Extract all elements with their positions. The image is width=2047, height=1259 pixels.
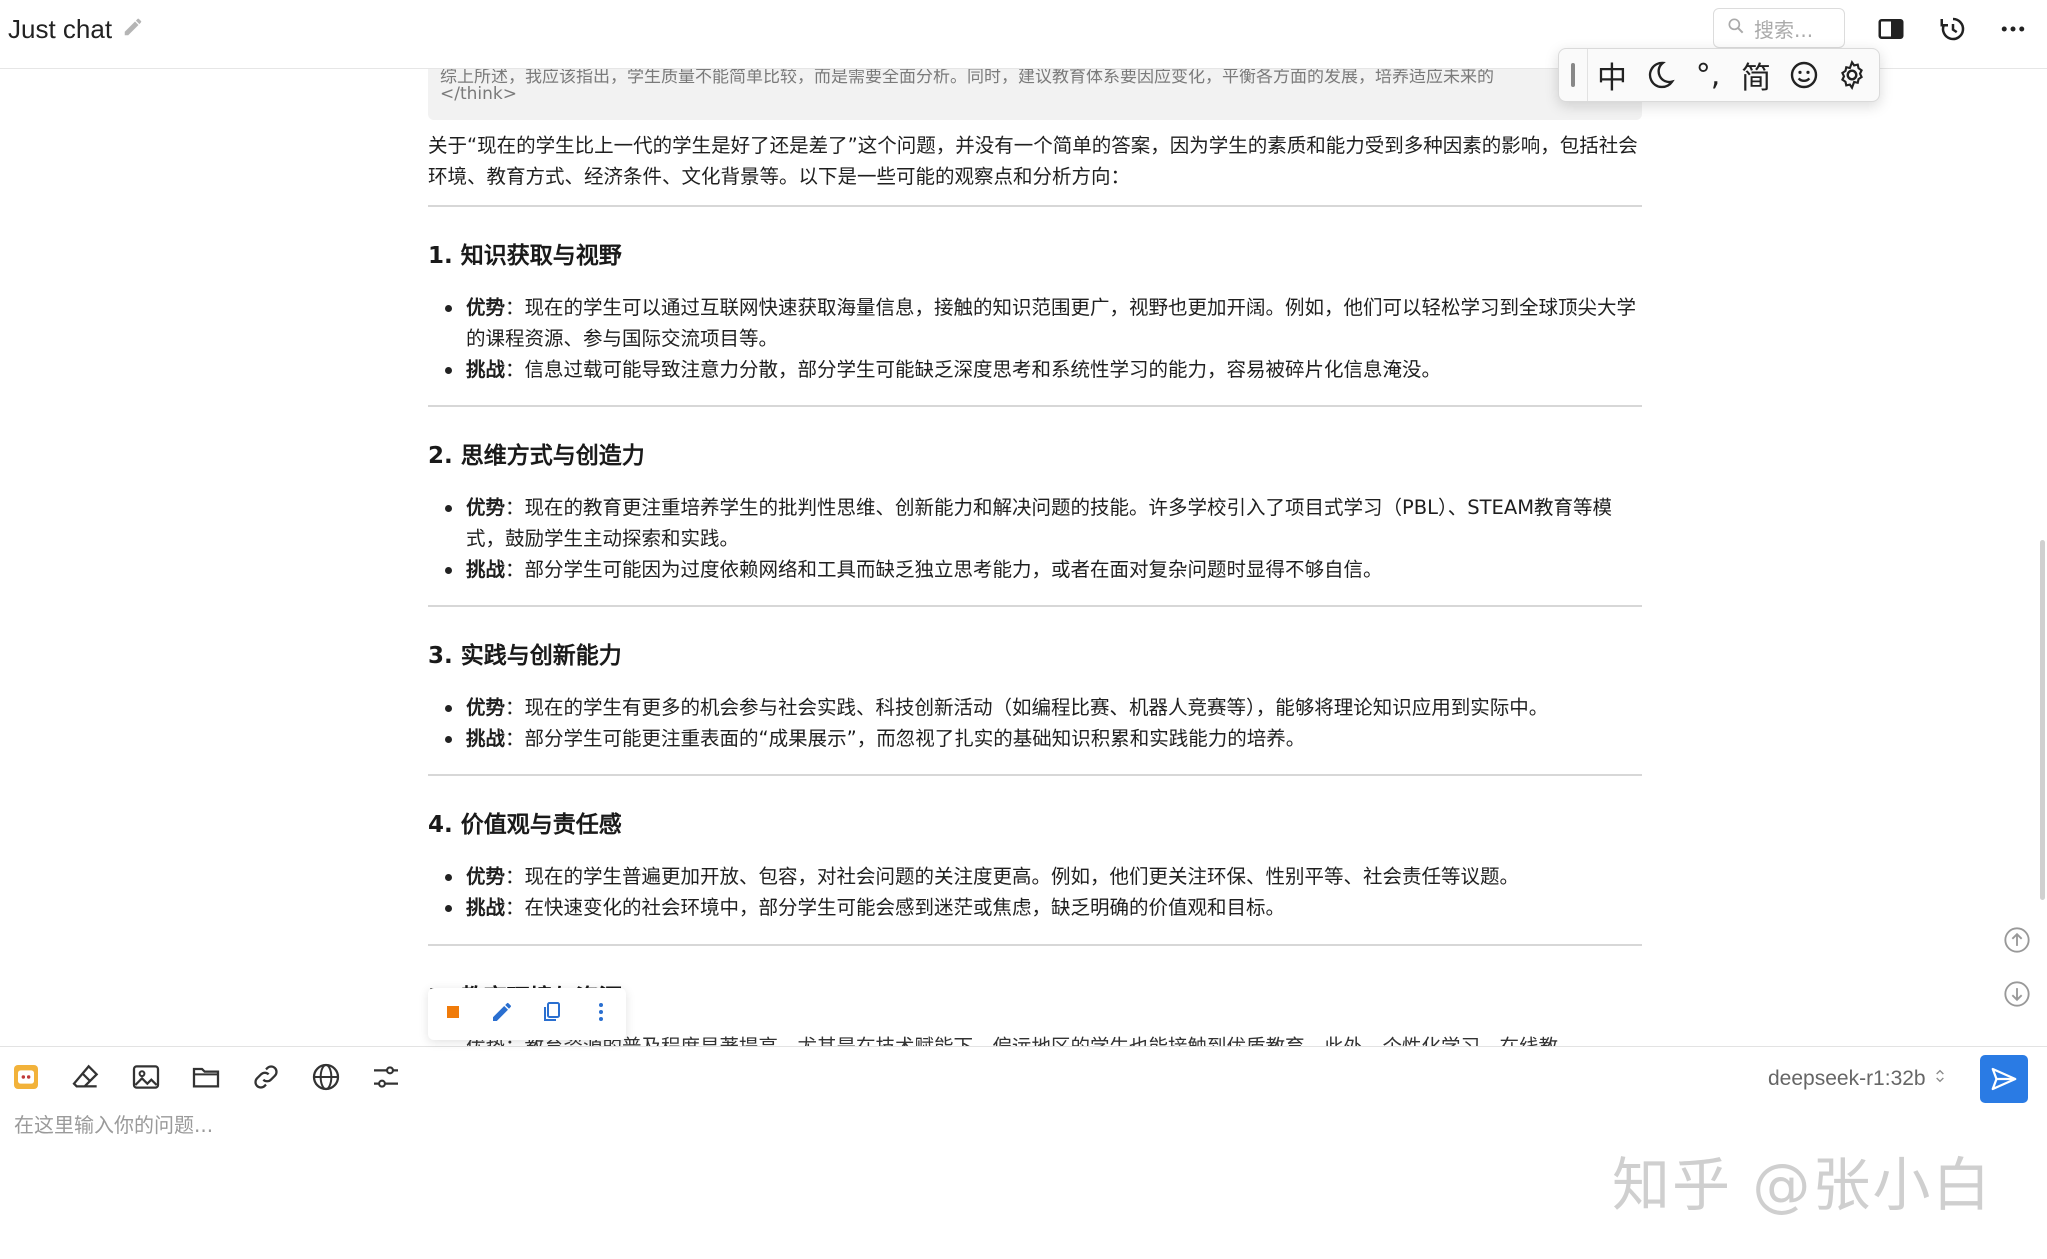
item-label: 挑战 bbox=[466, 558, 506, 581]
copy-icon bbox=[543, 1002, 560, 1021]
think-text: 综上所述，我应该指出，学生质量不能简单比较，而是需要全面分析。同时，建议教育体系… bbox=[440, 68, 1494, 87]
upload-image-button[interactable] bbox=[126, 1057, 166, 1097]
ime-toolbar[interactable]: 中 °, 简 bbox=[1558, 48, 1880, 102]
item-text: ：在快速变化的社会环境中，部分学生可能会感到迷茫或焦虑，缺乏明确的价值观和目标。 bbox=[505, 896, 1286, 919]
section-heading: 3. 实践与创新能力 bbox=[428, 643, 622, 669]
item-label: 优势 bbox=[466, 696, 506, 719]
search-box[interactable]: 搜索... bbox=[1713, 8, 1845, 48]
more-vertical-icon bbox=[599, 1003, 604, 1021]
list-item: 挑战：在快速变化的社会环境中，部分学生可能会感到迷茫或焦虑，缺乏明确的价值观和目… bbox=[445, 892, 1642, 923]
section-list: 优势：现在的学生普遍更加开放、包容，对社会问题的关注度更高。例如，他们更关注环保… bbox=[445, 861, 1642, 923]
scrollbar-thumb[interactable] bbox=[2040, 540, 2045, 900]
divider bbox=[428, 944, 1642, 946]
folder-icon bbox=[192, 1067, 220, 1088]
list-item: 优势：现在的学生可以通过互联网快速获取海量信息，接触的知识范围更广，视野也更加开… bbox=[445, 292, 1642, 354]
ime-punct-toggle[interactable]: °, bbox=[1684, 58, 1732, 93]
assistant-avatar-button[interactable] bbox=[6, 1057, 46, 1097]
chat-input[interactable] bbox=[12, 1109, 1716, 1141]
send-button[interactable] bbox=[1980, 1055, 2028, 1103]
more-menu-button[interactable] bbox=[1996, 12, 2030, 46]
item-text: ：现在的学生有更多的机会参与社会实践、科技创新活动（如编程比赛、机器人竞赛等），… bbox=[505, 696, 1549, 719]
settings-sliders-button[interactable] bbox=[366, 1057, 406, 1097]
item-label: 优势 bbox=[466, 296, 506, 319]
layout-toggle-button[interactable] bbox=[1874, 12, 1908, 46]
scroll-up-button[interactable] bbox=[2003, 926, 2031, 954]
watermark: 知乎 @张小白 bbox=[1612, 1151, 1993, 1219]
copy-message-button[interactable] bbox=[540, 1000, 564, 1028]
history-button[interactable] bbox=[1936, 12, 1970, 46]
more-horizontal-icon bbox=[2001, 26, 2025, 32]
think-block: 综上所述，我应该指出，学生质量不能简单比较，而是需要全面分析。同时，建议教育体系… bbox=[428, 68, 1642, 120]
section-heading: 4. 价值观与责任感 bbox=[428, 812, 622, 838]
edit-message-button[interactable] bbox=[490, 1000, 514, 1028]
list-item: 优势：现在的学生有更多的机会参与社会实践、科技创新活动（如编程比赛、机器人竞赛等… bbox=[445, 692, 1642, 723]
list-item: 挑战：信息过载可能导致注意力分散，部分学生可能缺乏深度思考和系统性学习的能力，容… bbox=[445, 354, 1642, 385]
assistant-icon bbox=[14, 1065, 38, 1089]
arrow-down-circle-icon bbox=[2004, 981, 2030, 1007]
item-label: 挑战 bbox=[466, 727, 506, 750]
search-placeholder: 搜索... bbox=[1754, 17, 1814, 42]
divider bbox=[428, 605, 1642, 607]
divider bbox=[428, 205, 1642, 207]
item-text: ：现在的学生可以通过互联网快速获取海量信息，接触的知识范围更广，视野也更加开阔。… bbox=[466, 296, 1637, 350]
scroll-down-button[interactable] bbox=[2003, 980, 2031, 1008]
message-action-bar bbox=[428, 988, 626, 1040]
ime-script-toggle[interactable]: 简 bbox=[1732, 53, 1780, 97]
item-text: ：现在的学生普遍更加开放、包容，对社会问题的关注度更高。例如，他们更关注环保、性… bbox=[505, 865, 1520, 888]
send-icon bbox=[1991, 1067, 2017, 1091]
answer-intro: 关于“现在的学生比上一代的学生是好了还是差了”这个问题，并没有一个简单的答案，因… bbox=[428, 134, 1638, 188]
section-heading: 2. 思维方式与创造力 bbox=[428, 443, 645, 469]
stop-icon bbox=[446, 1006, 459, 1018]
eraser-icon bbox=[72, 1064, 99, 1088]
item-text: ：信息过载可能导致注意力分散，部分学生可能缺乏深度思考和系统性学习的能力，容易被… bbox=[505, 358, 1442, 381]
image-icon bbox=[132, 1065, 160, 1089]
globe-icon bbox=[312, 1063, 340, 1091]
ime-moon-icon[interactable] bbox=[1636, 59, 1684, 91]
section-list: 优势：现在的学生有更多的机会参与社会实践、科技创新活动（如编程比赛、机器人竞赛等… bbox=[445, 692, 1642, 754]
list-item: 挑战：部分学生可能更注重表面的“成果展示”，而忽视了扎实的基础知识积累和实践能力… bbox=[445, 723, 1642, 754]
chat-message-area: 综上所述，我应该指出，学生质量不能简单比较，而是需要全面分析。同时，建议教育体系… bbox=[428, 68, 1642, 1046]
item-text: ：部分学生可能更注重表面的“成果展示”，而忽视了扎实的基础知识积累和实践能力的培… bbox=[505, 727, 1306, 750]
section-list: 优势：现在的学生可以通过互联网快速获取海量信息，接触的知识范围更广，视野也更加开… bbox=[445, 292, 1642, 385]
divider bbox=[428, 405, 1642, 407]
more-actions-button[interactable] bbox=[589, 1000, 613, 1028]
chat-title[interactable]: Just chat bbox=[8, 14, 144, 45]
item-text: ：部分学生可能因为过度依赖网络和工具而缺乏独立思考能力，或者在面对复杂问题时显得… bbox=[505, 558, 1383, 581]
item-label: 优势 bbox=[466, 865, 506, 888]
attach-file-button[interactable] bbox=[186, 1057, 226, 1097]
section-heading: 1. 知识获取与视野 bbox=[428, 243, 622, 269]
chevron-updown-icon bbox=[1932, 1065, 1948, 1093]
sliders-icon bbox=[374, 1066, 398, 1088]
web-search-button[interactable] bbox=[306, 1057, 346, 1097]
list-item: 优势：现在的教育更注重培养学生的批判性思维、创新能力和解决问题的技能。许多学校引… bbox=[445, 492, 1642, 554]
stop-button[interactable] bbox=[441, 1000, 465, 1028]
divider bbox=[428, 774, 1642, 776]
edit-title-icon[interactable] bbox=[122, 14, 144, 45]
item-text: ：现在的教育更注重培养学生的批判性思维、创新能力和解决问题的技能。许多学校引入了… bbox=[466, 496, 1613, 550]
clear-context-button[interactable] bbox=[66, 1057, 106, 1097]
insert-link-button[interactable] bbox=[246, 1057, 286, 1097]
model-selector[interactable]: deepseek-r1:32b bbox=[1768, 1065, 1948, 1093]
ime-lang-toggle[interactable]: 中 bbox=[1588, 53, 1636, 97]
ime-drag-handle[interactable] bbox=[1559, 49, 1588, 101]
arrow-up-circle-icon bbox=[2004, 927, 2030, 953]
history-icon bbox=[1940, 17, 1965, 41]
think-close-tag: </think> bbox=[440, 84, 517, 104]
list-item: 优势：现在的学生普遍更加开放、包容，对社会问题的关注度更高。例如，他们更关注环保… bbox=[445, 861, 1642, 892]
model-name: deepseek-r1:32b bbox=[1768, 1067, 1926, 1090]
item-label: 优势 bbox=[466, 496, 506, 519]
pencil-icon bbox=[493, 1002, 512, 1021]
link-icon bbox=[254, 1065, 278, 1089]
item-label: 挑战 bbox=[466, 358, 506, 381]
ime-emoji-icon[interactable] bbox=[1780, 59, 1828, 91]
item-label: 挑战 bbox=[466, 896, 506, 919]
search-icon bbox=[1726, 16, 1746, 41]
list-item: 优势：教育资源的普及程度显著提高，尤其是在技术赋能下，偏远地区的学生也能接触到优… bbox=[466, 1030, 1642, 1046]
chat-title-text: Just chat bbox=[8, 14, 113, 44]
list-item: 挑战：部分学生可能因为过度依赖网络和工具而缺乏独立思考能力，或者在面对复杂问题时… bbox=[445, 554, 1642, 585]
section-list: 优势：现在的教育更注重培养学生的批判性思维、创新能力和解决问题的技能。许多学校引… bbox=[445, 492, 1642, 585]
split-view-icon bbox=[1878, 19, 1904, 39]
ime-settings-icon[interactable] bbox=[1828, 59, 1876, 91]
